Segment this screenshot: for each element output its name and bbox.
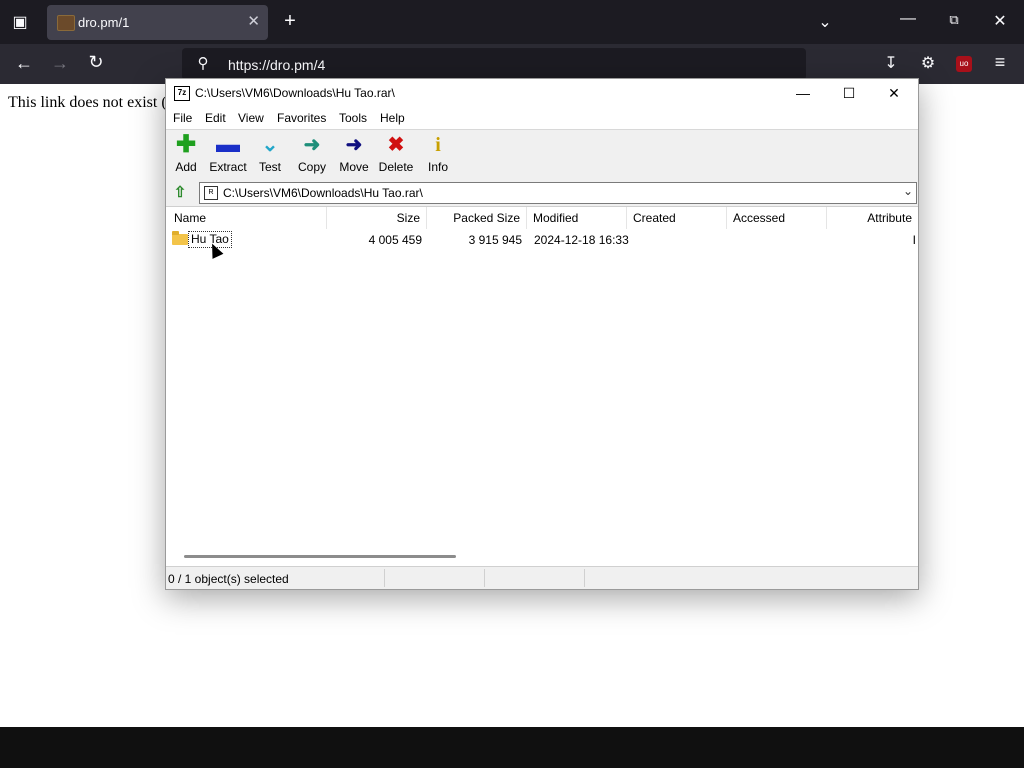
menu-edit[interactable]: Edit [205,111,226,125]
window-maximize-icon[interactable]: ☐ [834,83,864,103]
url-bar[interactable]: ⚲ https://dro.pm/4 [182,48,806,80]
menu-bar: File Edit View Favorites Tools Help [166,107,918,129]
menu-tools[interactable]: Tools [339,111,367,125]
row-modified: 2024-12-18 16:33 [534,233,629,247]
tab-close-icon[interactable]: ✕ [247,12,260,30]
extract-button[interactable]: ▬ Extract [208,131,248,175]
menu-help[interactable]: Help [380,111,405,125]
status-bar: 0 / 1 object(s) selected [166,566,918,589]
7zip-app-icon: 7z [174,86,190,101]
window-title-bar[interactable]: 7z C:\Users\VM6\Downloads\Hu Tao.rar\ — … [166,79,918,107]
extensions-icon[interactable]: ⚙ [918,53,938,73]
menu-view[interactable]: View [238,111,264,125]
address-text[interactable]: C:\Users\VM6\Downloads\Hu Tao.rar\ [223,186,423,200]
column-header-packed-size[interactable]: Packed Size [427,207,527,229]
test-button[interactable]: ⌄ Test [250,134,290,174]
copy-icon: ➜ [303,134,321,156]
close-icon[interactable]: ✕ [990,11,1010,31]
status-divider [384,569,385,587]
menu-file[interactable]: File [173,111,192,125]
delete-icon: ✖ [387,134,405,156]
page-message: This link does not exist ( [8,94,167,111]
reload-icon[interactable]: ↻ [85,52,107,73]
folder-up-icon[interactable]: ⇧ [170,183,190,203]
back-icon[interactable]: ← [13,53,35,74]
menu-icon[interactable]: ≡ [990,52,1010,73]
new-tab-icon[interactable]: + [280,10,300,33]
copy-label: Copy [297,160,326,174]
taskbar [0,727,1024,768]
window-close-icon[interactable]: ✕ [879,83,909,103]
window-minimize-icon[interactable]: — [788,83,818,103]
chevron-down-icon[interactable]: ⌄ [903,184,913,198]
column-header-modified[interactable]: Modified [527,207,627,229]
row-size: 4 005 459 [368,233,422,247]
downloads-icon[interactable]: ↧ [881,53,901,73]
delete-button[interactable]: ✖ Delete [376,134,416,174]
toolbar: ✚ Add ▬ Extract ⌄ Test ➜ Copy ➜ Move ✖ D… [166,129,918,180]
info-button[interactable]: i Info [418,134,458,174]
move-label: Move [339,160,369,174]
restore-icon[interactable]: ⧉ [944,12,964,28]
test-icon: ⌄ [261,134,279,156]
status-text: 0 / 1 object(s) selected [168,572,289,586]
move-icon: ➜ [345,134,363,156]
search-icon: ⚲ [197,55,209,72]
status-divider [584,569,585,587]
column-header-created[interactable]: Created [627,207,727,229]
window-title: C:\Users\VM6\Downloads\Hu Tao.rar\ [195,86,395,100]
info-label: Info [427,160,448,174]
test-label: Test [258,160,281,174]
move-button[interactable]: ➜ Move [334,134,374,174]
browser-tab-bar: ▣ dro.pm/1 ✕ + ⌄ — ⧉ ✕ [0,0,1024,44]
forward-icon[interactable]: → [49,53,71,74]
folder-icon [172,231,188,245]
archive-icon: R [204,186,218,200]
info-icon: i [435,134,441,156]
extract-icon: ▬ [216,131,240,158]
minimize-icon[interactable]: — [898,10,918,28]
file-list: Name Size Packed Size Modified Created A… [166,206,918,567]
column-header-accessed[interactable]: Accessed [727,207,827,229]
tab-favicon-icon [57,15,75,31]
horizontal-scrollbar[interactable] [184,555,456,558]
column-header-name[interactable]: Name [168,207,327,229]
add-label: Add [175,160,197,174]
column-header-attributes[interactable]: Attribute [827,207,918,229]
menu-favorites[interactable]: Favorites [277,111,326,125]
delete-label: Delete [378,160,414,174]
address-combobox[interactable]: R C:\Users\VM6\Downloads\Hu Tao.rar\ ⌄ [199,182,917,204]
browser-tab[interactable]: dro.pm/1 ✕ [47,5,268,40]
column-header-size[interactable]: Size [327,207,427,229]
address-row: ⇧ R C:\Users\VM6\Downloads\Hu Tao.rar\ ⌄ [166,180,918,206]
tab-dropdown-icon[interactable]: ⌄ [815,12,835,32]
tabs-list-icon[interactable]: ▣ [10,12,30,32]
copy-button[interactable]: ➜ Copy [292,134,332,174]
status-divider [484,569,485,587]
ublock-icon[interactable]: uo [956,56,972,72]
add-button[interactable]: ✚ Add [166,131,206,175]
add-icon: ✚ [175,131,197,158]
url-text[interactable]: https://dro.pm/4 [228,57,325,73]
tab-title: dro.pm/1 [78,15,130,30]
row-packed-size: 3 915 945 [468,233,522,247]
table-row[interactable]: Hu Tao 4 005 459 3 915 945 2024-12-18 16… [166,231,918,249]
row-attributes: I [912,233,916,247]
extract-label: Extract [209,160,247,174]
7zip-window: 7z C:\Users\VM6\Downloads\Hu Tao.rar\ — … [165,78,919,590]
